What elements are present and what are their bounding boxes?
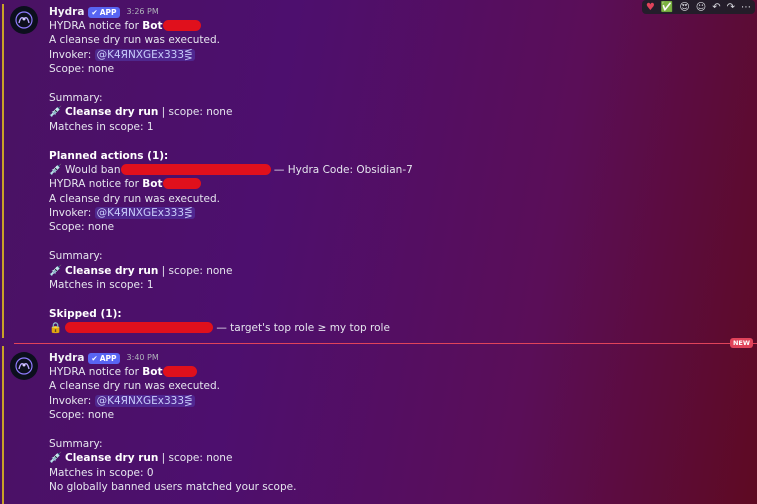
notice-line: HYDRA notice for Bot xyxy=(49,19,747,33)
redaction-mark xyxy=(162,20,201,31)
summary-label: Summary: xyxy=(49,250,103,263)
planned-action-line: 💉 Would ban — Hydra Code: Obsidian-7 xyxy=(49,163,413,176)
author-name[interactable]: Hydra xyxy=(49,5,84,19)
matches-line: Matches in scope: 1 xyxy=(49,120,154,133)
hydra-logo-icon xyxy=(15,11,33,29)
redaction-mark xyxy=(120,163,271,175)
invoker-line: Invoker: @K4ЯNXGEx333⋚ xyxy=(49,394,195,407)
matches-line: Matches in scope: 1 xyxy=(49,279,154,292)
executed-line: A cleanse dry run was executed. xyxy=(49,34,220,47)
message-header: Hydra ✔ APP 3:40 PM xyxy=(49,351,747,365)
summary-label: Summary: xyxy=(49,91,103,104)
user-mention[interactable]: @K4ЯNXGEx333⋚ xyxy=(94,48,195,61)
author-name[interactable]: Hydra xyxy=(49,351,84,365)
verified-check-icon: ✔ xyxy=(91,7,98,17)
executed-line: A cleanse dry run was executed. xyxy=(49,380,220,393)
summary-label: Summary: xyxy=(49,437,103,450)
syringe-icon: 💉 xyxy=(49,163,63,176)
executed-line: A cleanse dry run was executed. xyxy=(49,192,220,205)
redaction-mark xyxy=(162,178,201,190)
redaction-mark xyxy=(65,322,213,334)
message-header: Hydra ✔ APP 3:26 PM xyxy=(49,5,747,19)
notice-line: HYDRA notice for Bot xyxy=(49,365,747,379)
skipped-line: 🔒 — target's top role ≥ my top role xyxy=(49,322,390,335)
user-mention[interactable]: @K4ЯNXGEx333⋚ xyxy=(94,207,195,220)
avatar[interactable] xyxy=(10,6,38,34)
syringe-icon: 💉 xyxy=(49,264,63,277)
scope-line: Scope: none xyxy=(49,409,115,422)
hydra-logo-icon xyxy=(15,357,33,375)
skipped-label: Skipped (1): xyxy=(49,307,122,320)
lock-icon: 🔒 xyxy=(49,322,63,335)
timestamp[interactable]: 3:40 PM xyxy=(127,351,159,365)
user-mention[interactable]: @K4ЯNXGEx333⋚ xyxy=(94,394,195,407)
avatar[interactable] xyxy=(10,352,38,380)
run-line: 💉 Cleanse dry run | scope: none xyxy=(49,106,233,119)
timestamp[interactable]: 3:26 PM xyxy=(127,5,159,19)
redaction-mark xyxy=(162,366,197,377)
syringe-icon: 💉 xyxy=(49,106,63,119)
no-match-line: No globally banned users matched your sc… xyxy=(49,481,297,494)
notice-line: HYDRA notice for Bot xyxy=(49,177,747,191)
verified-check-icon: ✔ xyxy=(91,353,98,363)
scope-line: Scope: none xyxy=(49,63,115,76)
message-content: Hydra ✔ APP 3:26 PM HYDRA notice for Bot … xyxy=(49,5,747,336)
highlight-bar xyxy=(2,346,4,504)
message-content: Hydra ✔ APP 3:40 PM HYDRA notice for Bot … xyxy=(49,351,747,495)
app-tag: ✔ APP xyxy=(88,6,120,18)
syringe-icon: 💉 xyxy=(49,452,63,465)
message-1: Hydra ✔ APP 3:26 PM HYDRA notice for Bot … xyxy=(0,0,757,342)
app-tag: ✔ APP xyxy=(88,352,120,364)
invoker-line: Invoker: @K4ЯNXGEx333⋚ xyxy=(49,207,195,220)
run-line: 💉 Cleanse dry run | scope: none xyxy=(49,264,233,277)
matches-line: Matches in scope: 0 xyxy=(49,466,154,479)
message-2: Hydra ✔ APP 3:40 PM HYDRA notice for Bot … xyxy=(0,346,757,504)
highlight-bar xyxy=(2,4,4,338)
planned-label: Planned actions (1): xyxy=(49,149,169,162)
new-messages-divider xyxy=(14,343,757,344)
run-line: 💉 Cleanse dry run | scope: none xyxy=(49,452,233,465)
invoker-line: Invoker: @K4ЯNXGEx333⋚ xyxy=(49,48,195,61)
scope-line: Scope: none xyxy=(49,221,115,234)
